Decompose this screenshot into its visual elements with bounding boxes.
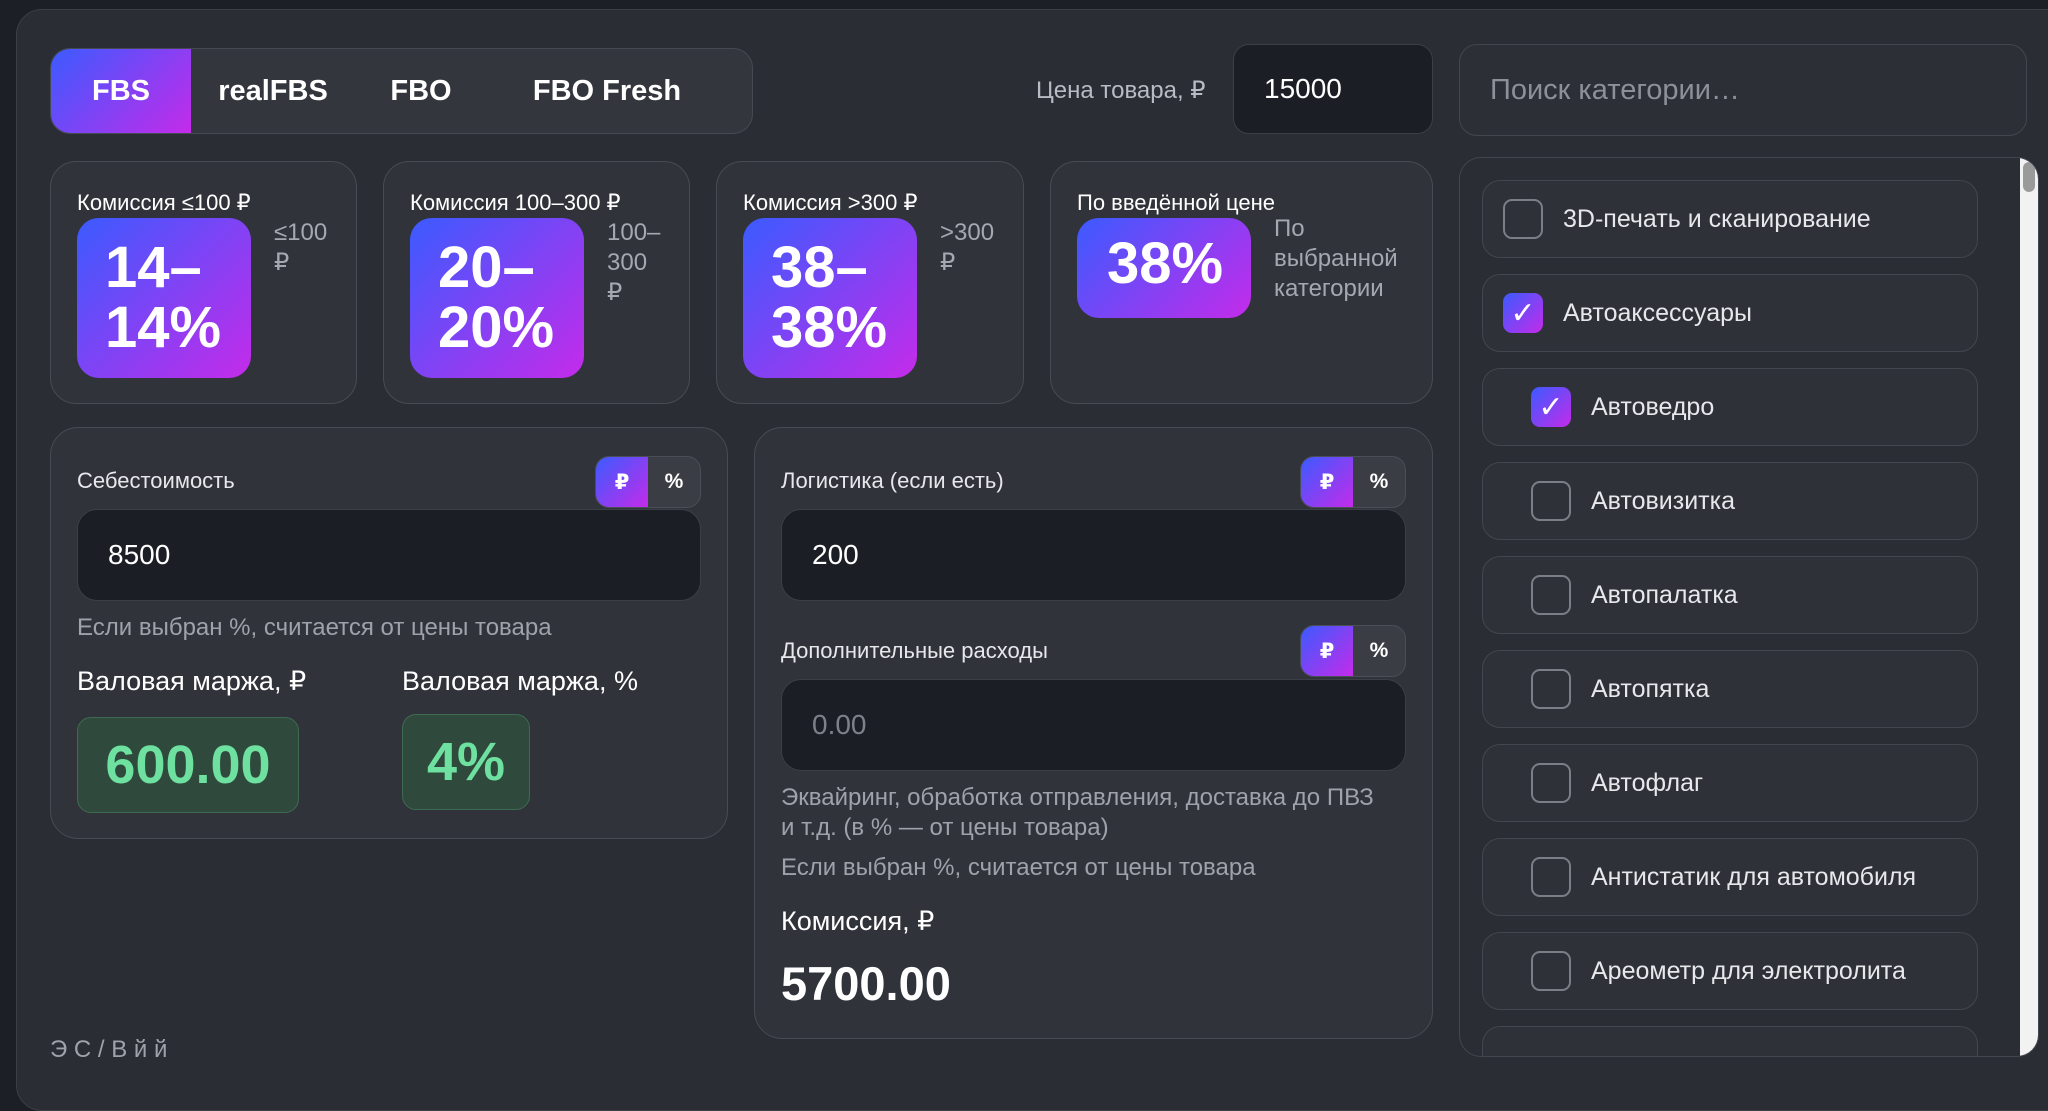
- footer-text: Э С / В й й: [50, 1036, 168, 1063]
- checkbox[interactable]: [1531, 669, 1571, 709]
- commission-card-100-300: Комиссия 100–300 ₽ 20– 20% 100– 300 ₽: [383, 161, 690, 404]
- card-note: По выбранной категории: [1274, 215, 1398, 302]
- tab-fbo-fresh[interactable]: FBO Fresh: [487, 49, 727, 133]
- card-title: Комиссия ≤100 ₽: [77, 190, 251, 215]
- commission-card-gt300: Комиссия >300 ₽ 38– 38% >300 ₽: [716, 161, 1024, 404]
- commission-card-le100: Комиссия ≤100 ₽ 14– 14% ≤100 ₽: [50, 161, 357, 404]
- margin-rub-value: 600.00: [77, 717, 299, 813]
- price-input[interactable]: 15000: [1233, 44, 1433, 134]
- commission-badge: 38– 38%: [743, 218, 917, 378]
- list-item[interactable]: 3D-печать и сканирование: [1482, 180, 1978, 258]
- cost-unit-toggle: ₽ %: [595, 456, 701, 508]
- category-label: Автопятка: [1591, 675, 1710, 703]
- commission-card-entered-price: По введённой цене 38% По выбранной категор…: [1050, 161, 1433, 404]
- badge-line: 14%: [105, 295, 222, 360]
- price-label: Цена товара, ₽: [1036, 77, 1206, 104]
- commission-result-label: Комиссия, ₽: [781, 906, 935, 936]
- extra-unit-toggle: ₽ %: [1300, 625, 1406, 677]
- cost-panel: Себестоимость ₽ % 8500 Если выбран %, сч…: [50, 427, 728, 839]
- category-label: Автоаксессуары: [1563, 299, 1753, 327]
- unit-pct-button[interactable]: %: [1353, 626, 1405, 676]
- tab-fbo[interactable]: FBO: [355, 49, 487, 133]
- list-item[interactable]: ✓ Автоаксессуары: [1482, 274, 1978, 352]
- commission-result-value: 5700.00: [781, 957, 951, 1010]
- category-label: Автопалатка: [1591, 581, 1738, 609]
- extra-hint: Эквайринг, обработка отправления, достав…: [781, 784, 1374, 841]
- checkbox[interactable]: [1531, 575, 1571, 615]
- margin-pct-label: Валовая маржа, %: [402, 666, 638, 696]
- cost-input[interactable]: 8500: [77, 509, 701, 601]
- card-title: Комиссия >300 ₽: [743, 190, 918, 215]
- list-item[interactable]: Ареометр для электролита: [1482, 932, 1978, 1010]
- category-label: Автофлаг: [1591, 769, 1704, 797]
- mode-tabs: FBS realFBS FBO FBO Fresh: [50, 48, 753, 134]
- list-item[interactable]: Автопалатка: [1482, 556, 1978, 634]
- list-item[interactable]: Автопятка: [1482, 650, 1978, 728]
- card-title: По введённой цене: [1077, 190, 1276, 215]
- logistics-unit-toggle: ₽ %: [1300, 456, 1406, 508]
- badge-line: 38%: [771, 295, 888, 360]
- extra-label: Дополнительные расходы: [781, 638, 1048, 663]
- unit-rub-button[interactable]: ₽: [1301, 457, 1353, 507]
- unit-rub-button[interactable]: ₽: [1301, 626, 1353, 676]
- category-label: Автовизитка: [1591, 487, 1735, 515]
- checkbox-checked[interactable]: ✓: [1531, 387, 1571, 427]
- commission-badge: 38%: [1077, 218, 1251, 318]
- list-item[interactable]: ✓ Автоведро: [1482, 368, 1978, 446]
- commission-badge: 20– 20%: [410, 218, 584, 378]
- card-note: >300 ₽: [940, 219, 995, 276]
- cost-hint: Если выбран %, считается от цены товара: [77, 614, 552, 641]
- list-item[interactable]: Автофлаг: [1482, 744, 1978, 822]
- category-search-input[interactable]: Поиск категории…: [1459, 44, 2027, 136]
- tab-fbs[interactable]: FBS: [51, 49, 191, 133]
- tab-realfbs[interactable]: realFBS: [191, 49, 355, 133]
- scrollbar-thumb[interactable]: [2023, 162, 2035, 192]
- checkbox[interactable]: [1531, 857, 1571, 897]
- cost-label: Себестоимость: [77, 468, 235, 493]
- extra-hint-percent: Если выбран %, считается от цены товара: [781, 854, 1256, 881]
- badge-line: 14–: [105, 235, 202, 300]
- card-title: Комиссия 100–300 ₽: [410, 190, 621, 215]
- badge-line: 20%: [438, 295, 555, 360]
- card-note: 100– 300 ₽: [607, 219, 661, 306]
- list-item[interactable]: Автовизитка: [1482, 462, 1978, 540]
- logistics-input[interactable]: 200: [781, 509, 1406, 601]
- margin-rub-label: Валовая маржа, ₽: [77, 666, 307, 696]
- card-note: ≤100 ₽: [274, 219, 328, 276]
- checkbox[interactable]: [1503, 199, 1543, 239]
- extra-input[interactable]: 0.00: [781, 679, 1406, 771]
- logistics-label: Логистика (если есть): [781, 468, 1004, 493]
- category-label: 3D-печать и сканирование: [1563, 205, 1871, 233]
- badge-line: 20–: [438, 235, 535, 300]
- margin-pct-value: 4%: [402, 714, 530, 810]
- checkbox[interactable]: [1531, 481, 1571, 521]
- checkbox[interactable]: [1531, 763, 1571, 803]
- unit-pct-button[interactable]: %: [648, 457, 700, 507]
- category-label: Автоведро: [1591, 393, 1715, 421]
- expenses-panel: Логистика (если есть) ₽ % 200 Дополнител…: [754, 427, 1433, 1039]
- commission-badge: 14– 14%: [77, 218, 251, 378]
- category-label: Антистатик для автомобиля: [1591, 863, 1917, 891]
- unit-pct-button[interactable]: %: [1353, 457, 1405, 507]
- checkbox-checked[interactable]: ✓: [1503, 293, 1543, 333]
- category-list: 3D-печать и сканирование ✓ Автоаксессуар…: [1459, 157, 2039, 1057]
- list-item[interactable]: [1482, 1026, 1978, 1056]
- badge-line: 38–: [771, 235, 868, 300]
- scrollbar[interactable]: [2020, 158, 2038, 1056]
- checkbox[interactable]: [1531, 951, 1571, 991]
- list-item[interactable]: Антистатик для автомобиля: [1482, 838, 1978, 916]
- category-label: Ареометр для электролита: [1591, 957, 1906, 985]
- unit-rub-button[interactable]: ₽: [596, 457, 648, 507]
